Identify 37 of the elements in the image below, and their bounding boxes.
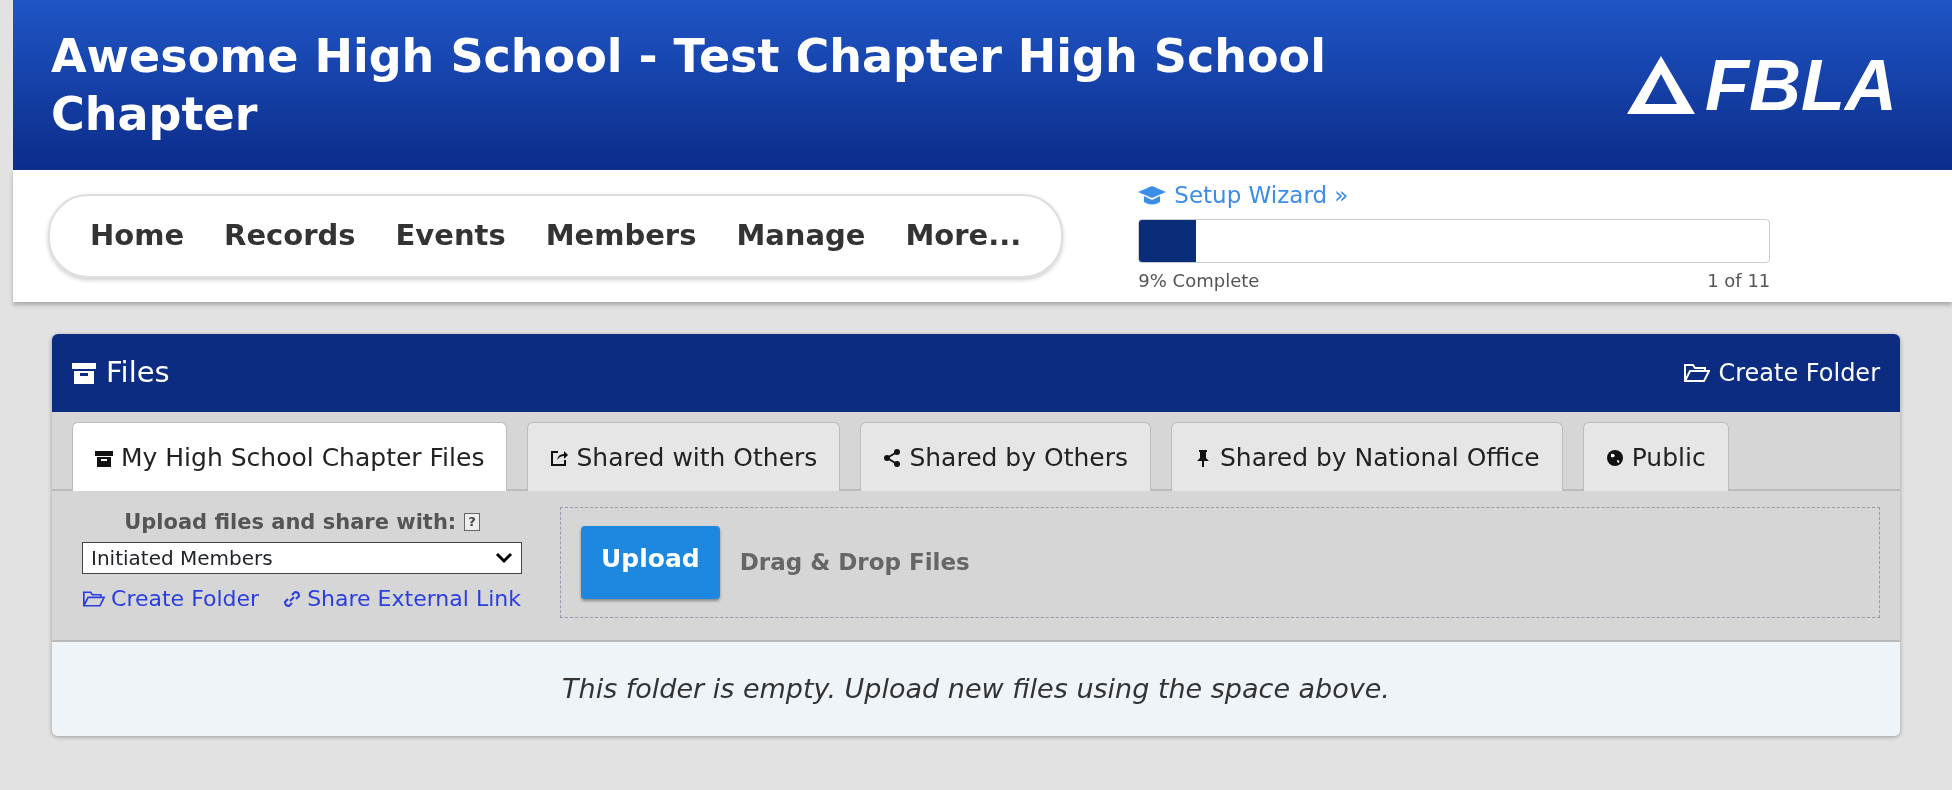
progress-text: 9% Complete xyxy=(1138,268,1260,293)
panel-title: Files xyxy=(106,354,170,392)
drop-hint: Drag & Drop Files xyxy=(739,548,970,577)
create-folder-link[interactable]: Create Folder xyxy=(83,582,260,615)
nav-link[interactable]: Home xyxy=(70,208,205,264)
triangle-logo-icon xyxy=(1625,54,1698,116)
globe-icon xyxy=(1605,448,1624,467)
archive-box-icon xyxy=(72,361,96,385)
share-label: Upload files and share with: xyxy=(124,508,457,536)
folder-tab[interactable]: My High School Chapter Files xyxy=(72,422,508,491)
folder-tab[interactable]: Shared by Others xyxy=(860,422,1151,491)
upload-button[interactable]: Upload xyxy=(581,525,720,599)
folder-tab[interactable]: Shared by National Office xyxy=(1171,422,1563,491)
create-folder-link[interactable]: Create Folder xyxy=(1684,355,1880,391)
folder-tab[interactable]: Public xyxy=(1582,422,1729,491)
chapter-title: Awesome High School - Test Chapter High School Chapter xyxy=(51,28,1327,143)
nav-link[interactable]: Manage xyxy=(716,208,886,264)
folder-tab[interactable]: Shared with Others xyxy=(527,422,841,491)
help-icon[interactable]: ? xyxy=(464,513,480,532)
folder-icon xyxy=(1684,363,1711,383)
nav-link[interactable]: Events xyxy=(375,208,526,264)
link-icon xyxy=(283,589,302,608)
step-count: 1 of 11 xyxy=(1707,268,1771,293)
folder-icon xyxy=(83,589,106,608)
chevron-down-icon xyxy=(495,552,513,564)
graduation-cap-icon xyxy=(1138,185,1167,206)
logo-text: FBLA xyxy=(1705,44,1897,127)
archive-box-icon xyxy=(95,448,113,467)
share-icon xyxy=(550,448,569,467)
share-select[interactable]: Initiated Members xyxy=(82,542,522,574)
nav-link[interactable]: Members xyxy=(525,208,717,264)
nav-link[interactable]: More... xyxy=(885,208,1042,264)
share-link[interactable]: Share External Link xyxy=(283,582,521,615)
drop-zone[interactable]: Upload Drag & Drop Files xyxy=(560,506,1880,618)
share-nodes-icon xyxy=(883,448,902,467)
empty-message: This folder is empty. Upload new files using the space above. xyxy=(562,671,1390,706)
nav-link[interactable]: Records xyxy=(204,208,376,264)
